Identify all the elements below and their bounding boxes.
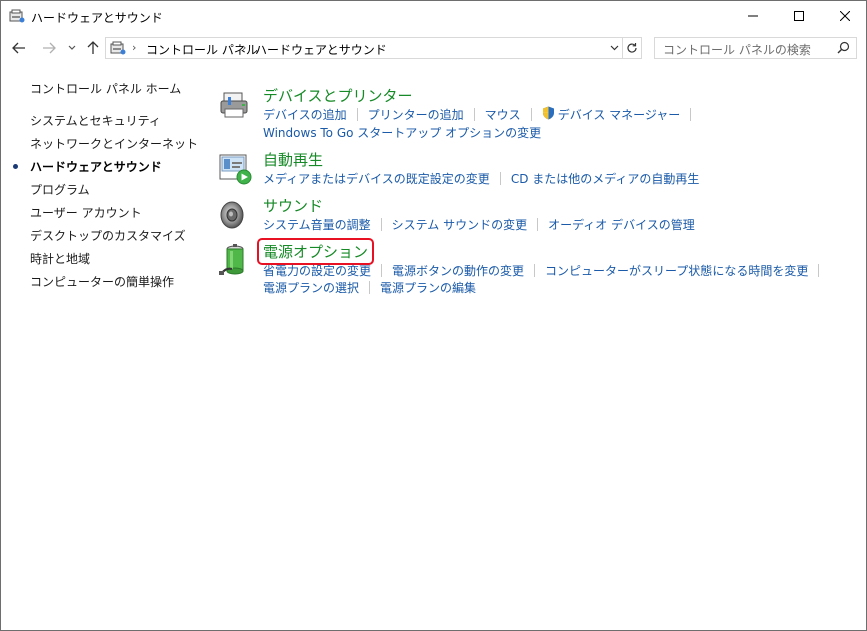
printer-icon[interactable] bbox=[218, 89, 252, 123]
arrow-up-icon bbox=[87, 41, 99, 54]
control-panel-icon bbox=[9, 9, 25, 23]
link-separator bbox=[534, 264, 536, 277]
link-change-default-media[interactable]: メディアまたはデバイスの既定設定の変更 bbox=[263, 170, 490, 187]
title-bar[interactable]: ハードウェアとサウンド bbox=[1, 1, 866, 32]
category-title-sound[interactable]: サウンド bbox=[263, 195, 323, 216]
link-add-printer[interactable]: プリンターの追加 bbox=[368, 106, 464, 123]
sidebar-item-control-panel-home[interactable]: コントロール パネル ホーム bbox=[30, 80, 181, 97]
back-button[interactable] bbox=[9, 38, 29, 58]
link-change-sleep-time[interactable]: コンピューターがスリープ状態になる時間を変更 bbox=[545, 262, 808, 279]
window-title: ハードウェアとサウンド bbox=[31, 11, 163, 25]
close-icon bbox=[840, 11, 850, 21]
close-button[interactable] bbox=[822, 1, 866, 31]
link-row: メディアまたはデバイスの既定設定の変更 CD または他のメディアの自動再生 bbox=[263, 170, 699, 187]
link-power-button-action[interactable]: 電源ボタンの動作の変更 bbox=[392, 262, 524, 279]
link-mouse[interactable]: マウス bbox=[485, 106, 521, 123]
link-windows-to-go[interactable]: Windows To Go スタートアップ オプションの変更 bbox=[263, 124, 541, 141]
link-row: システム音量の調整 システム サウンドの変更 オーディオ デバイスの管理 bbox=[263, 216, 695, 233]
current-item-bullet bbox=[13, 164, 18, 169]
sidebar-item-ease-of-access[interactable]: コンピューターの簡単操作 bbox=[30, 273, 174, 290]
link-cd-autoplay[interactable]: CD または他のメディアの自動再生 bbox=[511, 170, 700, 187]
autoplay-icon[interactable] bbox=[218, 152, 252, 186]
link-separator bbox=[369, 281, 371, 294]
link-row: 電源プランの選択 電源プランの編集 bbox=[263, 279, 476, 296]
sidebar-item-appearance[interactable]: デスクトップのカスタマイズ bbox=[30, 227, 186, 244]
search-box[interactable]: コントロール パネルの検索 bbox=[654, 37, 857, 59]
refresh-icon bbox=[626, 43, 637, 53]
breadcrumb-separator[interactable]: › bbox=[132, 41, 136, 54]
link-add-device[interactable]: デバイスの追加 bbox=[263, 106, 347, 123]
chevron-down-icon bbox=[68, 45, 76, 50]
link-row: デバイスの追加 プリンターの追加 マウス デバイス マネージャー bbox=[263, 106, 701, 123]
sidebar-item-programs[interactable]: プログラム bbox=[30, 181, 90, 198]
link-separator bbox=[356, 108, 358, 121]
address-bar[interactable]: › コントロール パネル › ハードウェアとサウンド bbox=[105, 37, 623, 59]
address-dropdown-button[interactable] bbox=[606, 37, 622, 59]
minimize-button[interactable] bbox=[730, 1, 776, 31]
chevron-down-icon bbox=[610, 45, 618, 51]
maximize-button[interactable] bbox=[776, 1, 822, 31]
link-edit-power-plan[interactable]: 電源プランの編集 bbox=[380, 279, 476, 296]
link-separator bbox=[473, 108, 475, 121]
link-separator bbox=[530, 108, 532, 121]
arrow-left-icon bbox=[12, 42, 25, 54]
maximize-icon bbox=[794, 11, 804, 21]
sidebar-item-system-security[interactable]: システムとセキュリティ bbox=[30, 112, 161, 129]
link-device-manager[interactable]: デバイス マネージャー bbox=[558, 106, 681, 123]
recent-locations-button[interactable] bbox=[65, 38, 79, 58]
speaker-icon[interactable] bbox=[218, 198, 252, 232]
battery-power-icon[interactable] bbox=[218, 243, 252, 277]
sidebar-item-user-accounts[interactable]: ユーザー アカウント bbox=[30, 204, 142, 221]
breadcrumb-hardware-sound[interactable]: ハードウェアとサウンド bbox=[255, 41, 387, 58]
category-title-power-options[interactable]: 電源オプション bbox=[256, 238, 375, 265]
link-change-system-sounds[interactable]: システム サウンドの変更 bbox=[392, 216, 527, 233]
sidebar-item-clock-region[interactable]: 時計と地域 bbox=[30, 250, 90, 267]
link-separator bbox=[381, 264, 383, 277]
link-manage-audio-devices[interactable]: オーディオ デバイスの管理 bbox=[548, 216, 695, 233]
link-separator bbox=[537, 218, 539, 231]
control-panel-window: ハードウェアとサウンド › コントロール パネル › ハードウェアとサウンド コ… bbox=[0, 0, 867, 631]
sidebar-item-network-internet[interactable]: ネットワークとインターネット bbox=[30, 135, 198, 152]
forward-button[interactable] bbox=[39, 38, 59, 58]
sidebar-item-hardware-sound[interactable]: ハードウェアとサウンド bbox=[30, 158, 162, 175]
link-row: 省電力の設定の変更 電源ボタンの動作の変更 コンピューターがスリープ状態になる時… bbox=[263, 262, 829, 279]
link-row: Windows To Go スタートアップ オプションの変更 bbox=[263, 124, 541, 141]
category-title-devices-printers[interactable]: デバイスとプリンター bbox=[263, 85, 413, 106]
link-separator bbox=[818, 264, 820, 277]
category-title-autoplay[interactable]: 自動再生 bbox=[263, 149, 323, 170]
uac-shield-icon bbox=[542, 106, 555, 123]
link-separator bbox=[380, 218, 382, 231]
link-separator bbox=[690, 108, 692, 121]
breadcrumb-separator[interactable]: › bbox=[242, 41, 246, 54]
link-choose-power-plan[interactable]: 電源プランの選択 bbox=[263, 279, 359, 296]
up-button[interactable] bbox=[84, 38, 102, 58]
link-adjust-volume[interactable]: システム音量の調整 bbox=[263, 216, 371, 233]
link-separator bbox=[499, 172, 501, 185]
search-placeholder[interactable]: コントロール パネルの検索 bbox=[663, 41, 811, 58]
minimize-icon bbox=[748, 15, 758, 17]
refresh-button[interactable] bbox=[622, 37, 642, 59]
search-icon[interactable] bbox=[837, 41, 850, 57]
arrow-right-icon bbox=[43, 42, 56, 54]
control-panel-icon bbox=[110, 41, 126, 55]
link-change-power-saving[interactable]: 省電力の設定の変更 bbox=[263, 262, 371, 279]
